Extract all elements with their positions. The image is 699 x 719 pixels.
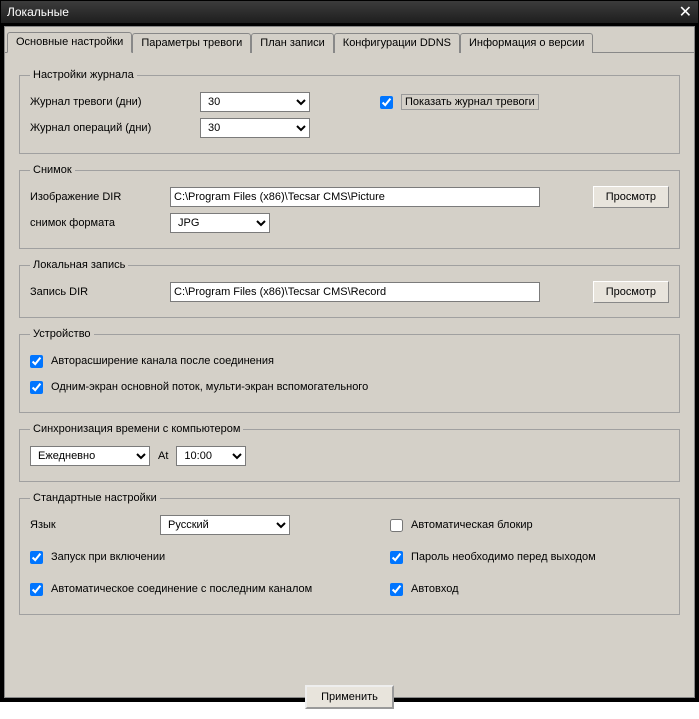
legend-time-sync: Синхронизация времени с компьютером — [30, 423, 243, 435]
label-at: At — [158, 450, 168, 462]
main-panel: Основные настройки Параметры тревоги Пла… — [4, 26, 695, 698]
checkbox-auto-login-input[interactable] — [390, 583, 403, 596]
select-sync-time[interactable]: 10:00 — [176, 446, 246, 466]
label-auto-lock: Автоматическая блокир — [411, 519, 533, 531]
label-password-on-exit: Пароль необходимо перед выходом — [411, 551, 596, 563]
legend-defaults: Стандартные настройки — [30, 492, 160, 504]
select-sync-frequency[interactable]: Ежедневно — [30, 446, 150, 466]
label-alarm-log-days: Журнал тревоги (дни) — [30, 96, 200, 108]
checkbox-startup-input[interactable] — [30, 551, 43, 564]
label-auto-expand: Авторасширение канала после соединения — [51, 355, 274, 367]
checkbox-auto-connect-input[interactable] — [30, 583, 43, 596]
select-alarm-log-days[interactable]: 30 — [200, 92, 310, 112]
label-auto-connect: Автоматическое соединение с последним ка… — [51, 583, 312, 595]
checkbox-show-alarm-log[interactable]: Показать журнал тревоги — [380, 94, 539, 110]
tab-version[interactable]: Информация о версии — [460, 33, 593, 53]
group-device: Устройство Авторасширение канала после с… — [19, 328, 680, 413]
group-snapshot: Снимок Изображение DIR Просмотр снимок ф… — [19, 164, 680, 249]
tab-record-plan[interactable]: План записи — [251, 33, 333, 53]
tab-general[interactable]: Основные настройки — [7, 32, 132, 53]
select-language[interactable]: Русский — [160, 515, 290, 535]
label-snapshot-dir: Изображение DIR — [30, 191, 170, 203]
window-title: Локальные — [7, 5, 69, 19]
checkbox-password-on-exit[interactable]: Пароль необходимо перед выходом — [390, 551, 596, 564]
label-op-log-days: Журнал операций (дни) — [30, 122, 200, 134]
close-icon[interactable]: ✕ — [679, 2, 692, 22]
checkbox-auto-login[interactable]: Автовход — [390, 583, 459, 596]
window-body: Основные настройки Параметры тревоги Пла… — [1, 23, 698, 701]
label-record-dir: Запись DIR — [30, 286, 170, 298]
checkbox-password-on-exit-input[interactable] — [390, 551, 403, 564]
label-stream-mode: Одним-экран основной поток, мульти-экран… — [51, 381, 368, 393]
checkbox-show-alarm-log-input[interactable] — [380, 96, 393, 109]
checkbox-auto-lock[interactable]: Автоматическая блокир — [390, 519, 533, 532]
label-auto-login: Автовход — [411, 583, 459, 595]
checkbox-auto-lock-input[interactable] — [390, 519, 403, 532]
label-snapshot-format: снимок формата — [30, 217, 170, 229]
browse-snapshot-button[interactable]: Просмотр — [593, 186, 669, 208]
tab-strip: Основные настройки Параметры тревоги Пла… — [5, 27, 694, 52]
checkbox-stream-mode[interactable]: Одним-экран основной поток, мульти-экран… — [30, 381, 368, 394]
input-snapshot-dir[interactable] — [170, 187, 540, 207]
legend-device: Устройство — [30, 328, 94, 340]
input-record-dir[interactable] — [170, 282, 540, 302]
checkbox-auto-expand[interactable]: Авторасширение канала после соединения — [30, 355, 274, 368]
group-defaults: Стандартные настройки Язык Русский Автом… — [19, 492, 680, 615]
select-snapshot-format[interactable]: JPG — [170, 213, 270, 233]
titlebar: Локальные ✕ — [1, 1, 698, 23]
group-log-settings: Настройки журнала Журнал тревоги (дни) 3… — [19, 69, 680, 154]
checkbox-stream-mode-input[interactable] — [30, 381, 43, 394]
select-op-log-days[interactable]: 30 — [200, 118, 310, 138]
settings-window: Локальные ✕ Основные настройки Параметры… — [0, 0, 699, 702]
tab-alarm[interactable]: Параметры тревоги — [132, 33, 251, 53]
label-language: Язык — [30, 519, 160, 531]
apply-button[interactable]: Применить — [305, 685, 394, 709]
tab-content: Настройки журнала Журнал тревоги (дни) 3… — [5, 53, 694, 719]
checkbox-auto-connect[interactable]: Автоматическое соединение с последним ка… — [30, 583, 390, 596]
label-show-alarm-log: Показать журнал тревоги — [401, 94, 539, 110]
checkbox-auto-expand-input[interactable] — [30, 355, 43, 368]
tab-ddns[interactable]: Конфигурации DDNS — [334, 33, 460, 53]
group-time-sync: Синхронизация времени с компьютером Ежед… — [19, 423, 680, 482]
browse-record-button[interactable]: Просмотр — [593, 281, 669, 303]
legend-local-record: Локальная запись — [30, 259, 128, 271]
label-startup: Запуск при включении — [51, 551, 165, 563]
legend-log-settings: Настройки журнала — [30, 69, 137, 81]
group-local-record: Локальная запись Запись DIR Просмотр — [19, 259, 680, 318]
legend-snapshot: Снимок — [30, 164, 75, 176]
checkbox-startup[interactable]: Запуск при включении — [30, 551, 390, 564]
